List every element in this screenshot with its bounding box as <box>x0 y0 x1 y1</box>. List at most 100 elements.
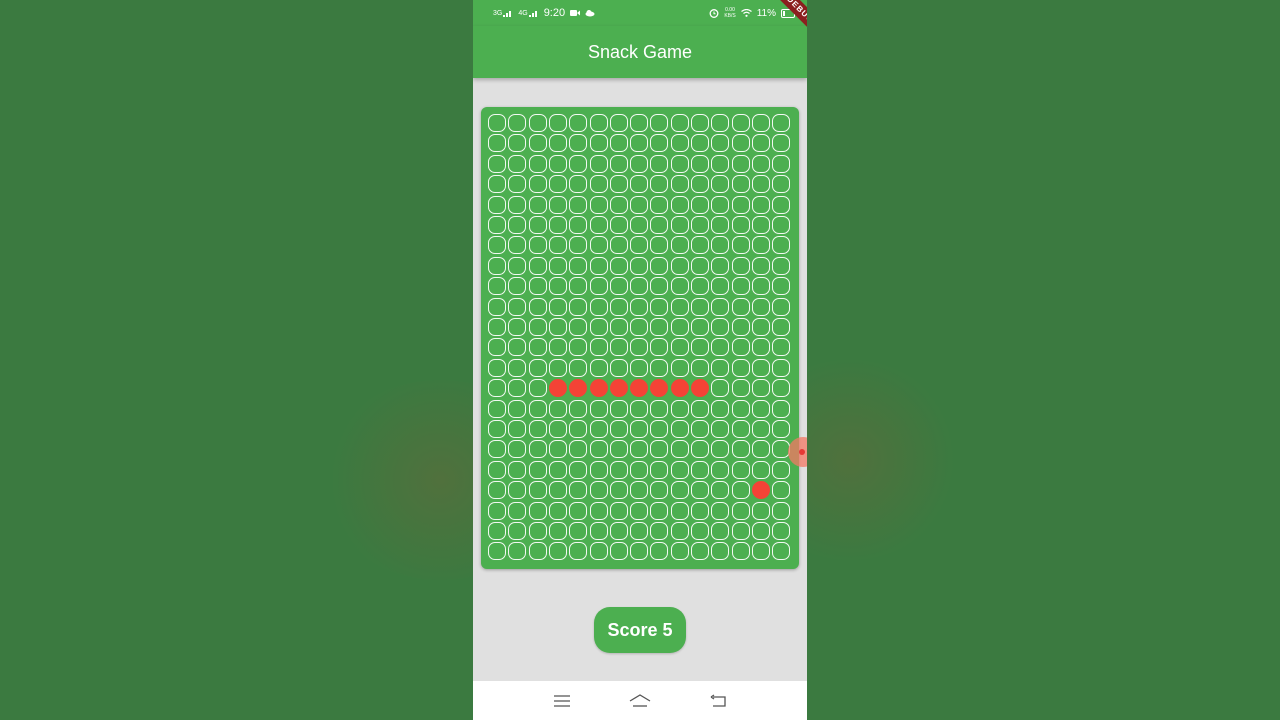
grid-cell <box>650 420 669 438</box>
grid-cell <box>731 522 750 540</box>
grid-cell <box>751 522 770 540</box>
grid-cell <box>772 522 791 540</box>
grid-cell <box>691 522 709 540</box>
snake-segment <box>670 379 689 398</box>
grid-cell <box>650 460 669 479</box>
grid-cell <box>630 358 649 377</box>
grid-cell <box>772 420 791 438</box>
grid-cell <box>488 318 506 336</box>
grid-cell <box>650 114 669 132</box>
grid-cell <box>589 175 608 194</box>
grid-cell <box>670 154 689 173</box>
grid-cell <box>508 338 527 357</box>
grid-cell <box>711 460 730 479</box>
grid-cell <box>711 236 730 255</box>
grid-cell <box>569 277 588 296</box>
grid-cell <box>751 420 770 438</box>
grid-cell <box>609 522 628 540</box>
grid-cell <box>609 481 628 500</box>
grid-cell <box>569 501 588 520</box>
grid-cell <box>589 358 608 377</box>
grid-cell <box>731 114 750 132</box>
grid-cell <box>569 114 588 132</box>
grid-cell <box>488 175 506 194</box>
grid-cell <box>751 542 770 561</box>
grid-cell <box>751 440 770 459</box>
grid-cell <box>731 195 750 214</box>
grid-cell <box>731 297 750 316</box>
grid-cell <box>548 460 567 479</box>
grid-cell <box>711 154 730 173</box>
grid-cell <box>711 420 730 438</box>
grid-cell <box>589 277 608 296</box>
grid-cell <box>508 501 527 520</box>
grid-cell <box>630 236 649 255</box>
food-item <box>751 481 770 500</box>
grid-cell <box>670 134 689 153</box>
grid-cell <box>548 256 567 275</box>
snake-segment <box>569 379 588 398</box>
grid-cell <box>548 481 567 500</box>
game-board[interactable] <box>481 107 799 569</box>
grid-cell <box>528 358 547 377</box>
grid-cell <box>508 379 527 398</box>
grid-cell <box>528 501 547 520</box>
grid-cell <box>548 297 567 316</box>
grid-cell <box>488 216 506 234</box>
grid-cell <box>751 216 770 234</box>
grid-cell <box>528 277 547 296</box>
score-button[interactable]: Score 5 <box>594 607 686 653</box>
score-label: Score 5 <box>607 619 673 640</box>
grid-cell <box>711 338 730 357</box>
grid-cell <box>751 236 770 255</box>
grid-cell <box>589 216 608 234</box>
grid-cell <box>751 256 770 275</box>
grid-cell <box>711 297 730 316</box>
grid-cell <box>751 195 770 214</box>
grid-cell <box>630 256 649 275</box>
grid-cell <box>711 216 730 234</box>
grid-cell <box>772 318 791 336</box>
grid-cell <box>609 114 628 132</box>
grid-cell <box>548 216 567 234</box>
grid-cell <box>711 114 730 132</box>
grid-cell <box>691 440 709 459</box>
grid-cell <box>751 297 770 316</box>
grid-cell <box>528 216 547 234</box>
grid-cell <box>772 542 791 561</box>
grid-cell <box>670 358 689 377</box>
home-icon[interactable] <box>629 690 651 712</box>
grid-cell <box>650 501 669 520</box>
grid-cell <box>609 420 628 438</box>
grid-cell <box>731 256 750 275</box>
grid-cell <box>609 256 628 275</box>
grid-cell <box>508 522 527 540</box>
cloud-icon <box>585 10 595 17</box>
back-icon[interactable] <box>707 690 729 712</box>
grid-cell <box>528 481 547 500</box>
grid-cell <box>711 379 730 398</box>
grid-cell <box>508 318 527 336</box>
grid-cell <box>508 277 527 296</box>
grid-cell <box>508 114 527 132</box>
grid-cell <box>650 154 669 173</box>
grid-cell <box>691 134 709 153</box>
grid-cell <box>711 277 730 296</box>
grid-cell <box>772 277 791 296</box>
grid-cell <box>548 236 567 255</box>
grid-cell <box>630 134 649 153</box>
grid-cell <box>548 542 567 561</box>
grid-cell <box>630 195 649 214</box>
grid-cell <box>609 134 628 153</box>
grid-cell <box>630 501 649 520</box>
grid-cell <box>548 277 567 296</box>
grid-cell <box>528 297 547 316</box>
grid-cell <box>670 501 689 520</box>
grid-cell <box>691 297 709 316</box>
grid-cell <box>488 114 506 132</box>
signal-bars-icon <box>528 11 537 17</box>
grid-cell <box>772 236 791 255</box>
status-right: 0.00 KB/S 11% <box>709 7 797 19</box>
menu-icon[interactable] <box>551 690 573 712</box>
grid-cell <box>508 358 527 377</box>
